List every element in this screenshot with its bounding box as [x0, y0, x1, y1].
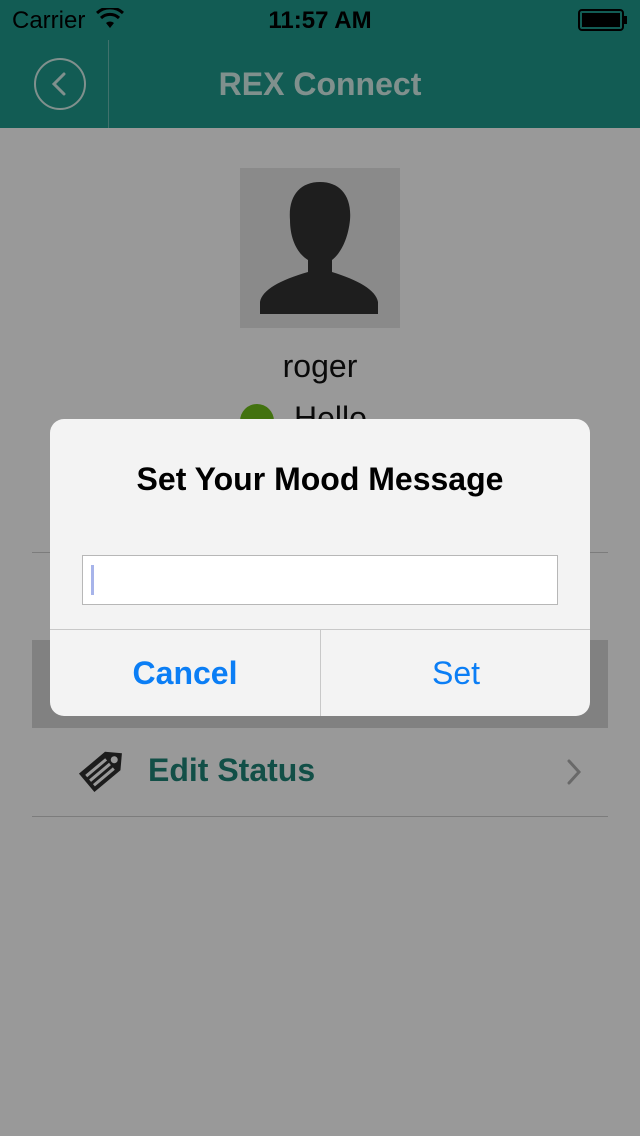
mood-alert-dialog: Set Your Mood Message Cancel Set — [50, 419, 590, 716]
text-caret — [91, 565, 94, 595]
alert-title: Set Your Mood Message — [136, 461, 504, 497]
set-button[interactable]: Set — [321, 630, 590, 716]
cancel-button[interactable]: Cancel — [50, 630, 320, 716]
app-screen: Carrier 11:57 AM REX Connect roger Hello… — [0, 0, 640, 1136]
mood-message-input[interactable] — [82, 555, 558, 605]
